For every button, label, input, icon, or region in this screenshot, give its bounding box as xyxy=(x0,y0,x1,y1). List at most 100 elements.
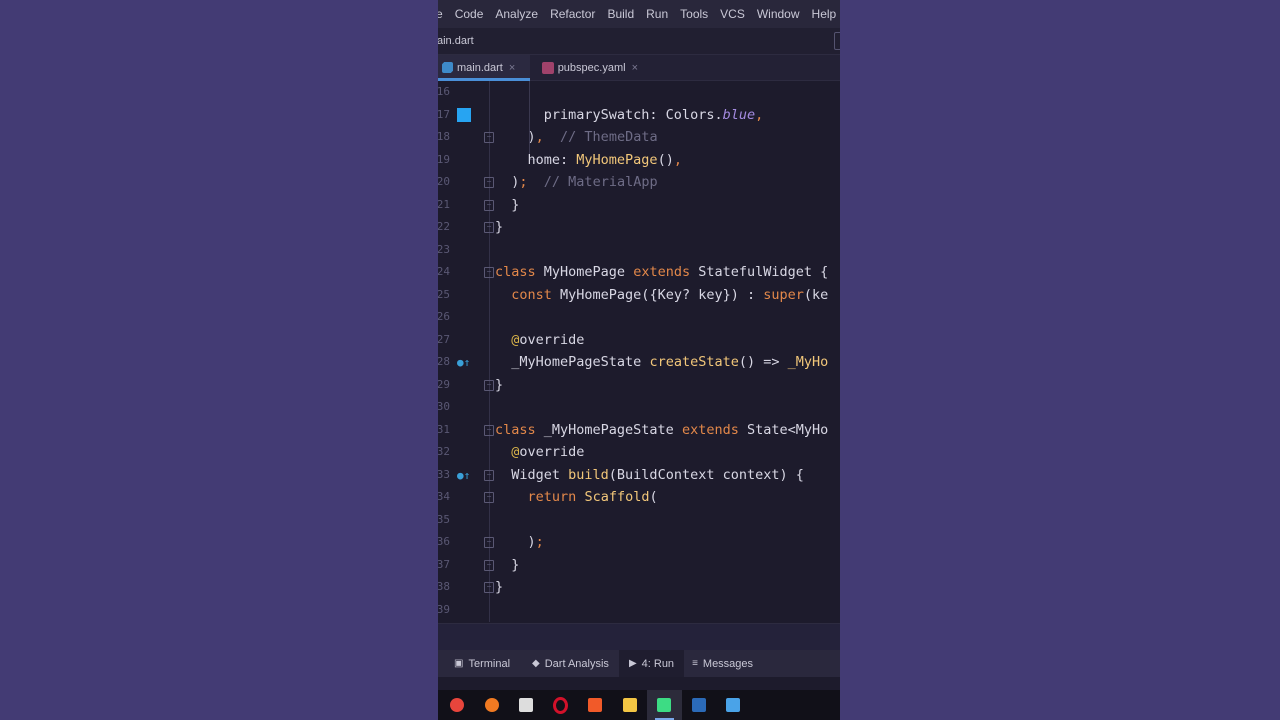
code-line[interactable]: 27 @override xyxy=(438,329,840,352)
code-text: ), // ThemeData xyxy=(495,129,658,145)
code-line[interactable]: 22 −} xyxy=(438,216,840,239)
code-line[interactable]: 28 ●↑ _MyHomePageState createState() => _… xyxy=(438,351,840,374)
tool-window-4-run[interactable]: ▶ 4: Run xyxy=(618,650,685,677)
taskbar-store[interactable] xyxy=(716,690,751,720)
code-line[interactable]: 38 −} xyxy=(438,576,840,599)
tool-window-messages[interactable]: ≡ Messages xyxy=(684,650,763,677)
code-text: } xyxy=(495,219,504,235)
code-line[interactable]: 31 − class _MyHomePageState extends State<… xyxy=(438,419,840,442)
code-text: } xyxy=(495,556,520,573)
menu-item[interactable]: VCS xyxy=(714,7,751,21)
line-number: 28 xyxy=(438,355,450,368)
line-number: 32 xyxy=(438,445,450,458)
tool-window-dart-analysis[interactable]: ◆ Dart Analysis xyxy=(520,650,619,677)
code-line[interactable]: 16 xyxy=(438,81,840,104)
code-text: } xyxy=(495,579,504,595)
line-number: 27 xyxy=(438,332,450,346)
color-swatch-icon[interactable] xyxy=(457,107,471,122)
code-line[interactable]: 24 − class MyHomePage extends StatefulWidg… xyxy=(438,261,840,284)
horizontal-scrollbar[interactable] xyxy=(438,623,840,650)
tab-main-dart[interactable]: main.dart × xyxy=(438,55,530,81)
menu-item[interactable]: Run xyxy=(640,7,674,21)
fold-icon[interactable]: − xyxy=(484,559,494,571)
fold-icon[interactable]: − xyxy=(484,424,494,436)
tool-window-bar: ▣ Terminal ◆ Dart Analysis ▶ 4: Run ≡ Messages xyxy=(438,650,840,677)
taskbar-android-studio[interactable] xyxy=(647,690,682,720)
fold-icon[interactable]: − xyxy=(484,132,494,143)
windows-taskbar xyxy=(438,690,840,720)
menu-item[interactable]: e xyxy=(438,7,449,21)
breadcrumb-file[interactable]: ain.dart xyxy=(438,35,474,47)
taskbar-file-explorer[interactable] xyxy=(613,690,648,720)
file-explorer-icon xyxy=(622,698,637,712)
code-line[interactable]: 33 ●↑ − Widget build(BuildContext context)… xyxy=(438,464,840,487)
line-number: 29 xyxy=(438,377,450,391)
tab-pubspec-yaml[interactable]: pubspec.yaml × xyxy=(530,55,646,80)
store-icon xyxy=(726,698,741,712)
close-icon[interactable]: × xyxy=(632,62,638,74)
toolbar-button[interactable] xyxy=(834,32,840,50)
code-text: class _MyHomePageState extends State<MyH… xyxy=(495,421,829,438)
code-text: } xyxy=(495,196,520,213)
menu-bar: e Code Analyze Refactor Build Run Tools VCS Wind… xyxy=(438,0,840,28)
code-line[interactable]: 17 primarySwatch: Colors.blue, xyxy=(438,104,840,127)
fold-icon[interactable]: − xyxy=(484,582,494,593)
code-line[interactable]: 34 − return Scaffold( xyxy=(438,486,840,509)
code-line[interactable]: 32 @override xyxy=(438,441,840,464)
taskbar-epic-games[interactable] xyxy=(509,690,544,720)
menu-item[interactable]: Refactor xyxy=(544,7,601,21)
code-line[interactable]: 39 xyxy=(438,599,840,622)
fold-icon[interactable]: − xyxy=(484,222,494,233)
line-number: 18 xyxy=(438,130,450,143)
code-line[interactable]: 20 − ); // MaterialApp xyxy=(438,171,840,194)
menu-item[interactable]: Tools xyxy=(674,7,714,21)
code-line[interactable]: 21 − } xyxy=(438,194,840,217)
menu-item[interactable]: Window xyxy=(751,7,806,21)
code-line[interactable]: 36 − ); xyxy=(438,531,840,554)
yaml-file-icon xyxy=(542,61,554,74)
close-icon[interactable]: × xyxy=(509,62,515,74)
code-editor[interactable]: 16 17 primarySwatch: Colors.blue, 18 − ), /… xyxy=(438,81,840,622)
line-number: 36 xyxy=(438,535,450,548)
taskbar-opera[interactable] xyxy=(544,690,579,720)
code-line[interactable]: 30 xyxy=(438,396,840,419)
line-number: 16 xyxy=(438,85,450,98)
fold-icon[interactable]: − xyxy=(484,379,494,391)
taskbar-brave[interactable] xyxy=(578,690,613,720)
taskbar-firefox[interactable] xyxy=(475,690,510,720)
code-line[interactable]: 23 xyxy=(438,239,840,262)
code-line[interactable]: 37 − } xyxy=(438,554,840,577)
menu-item[interactable]: Help xyxy=(806,7,840,21)
firefox-icon xyxy=(484,698,499,712)
fold-icon[interactable]: − xyxy=(484,537,494,548)
line-number: 21 xyxy=(438,197,450,211)
taskbar-powershell[interactable] xyxy=(682,690,717,720)
fold-icon[interactable]: − xyxy=(484,177,494,188)
code-line[interactable]: 35 xyxy=(438,509,840,532)
fold-icon[interactable]: − xyxy=(484,492,494,503)
line-number: 17 xyxy=(438,107,450,121)
fold-icon[interactable]: − xyxy=(484,469,494,481)
messages-icon: ≡ xyxy=(692,658,698,669)
tool-window-label: 4: Run xyxy=(641,657,675,670)
menu-item[interactable]: Analyze xyxy=(489,7,544,21)
tool-window-terminal[interactable]: ▣ Terminal xyxy=(438,650,520,677)
code-line[interactable]: 18 − ), // ThemeData xyxy=(438,126,840,149)
line-number: 19 xyxy=(438,152,450,166)
fold-icon[interactable]: − xyxy=(484,199,494,211)
line-number: 24 xyxy=(438,265,450,278)
line-number: 37 xyxy=(438,557,450,571)
override-icon[interactable]: ●↑ xyxy=(457,357,471,369)
override-icon[interactable]: ●↑ xyxy=(457,469,471,482)
tool-window-label: Messages xyxy=(702,657,754,670)
code-line[interactable]: 29 −} xyxy=(438,374,840,397)
code-line[interactable]: 25 const MyHomePage({Key? key}) : super(… xyxy=(438,284,840,307)
code-line[interactable]: 19 home: MyHomePage(), xyxy=(438,149,840,172)
code-text: ); // MaterialApp xyxy=(495,174,658,190)
code-line[interactable]: 26 xyxy=(438,306,840,329)
fold-icon[interactable]: − xyxy=(484,267,494,278)
taskbar-chrome[interactable] xyxy=(440,690,475,720)
line-number: 31 xyxy=(438,422,450,436)
menu-item[interactable]: Build xyxy=(601,7,640,21)
menu-item[interactable]: Code xyxy=(449,7,490,21)
